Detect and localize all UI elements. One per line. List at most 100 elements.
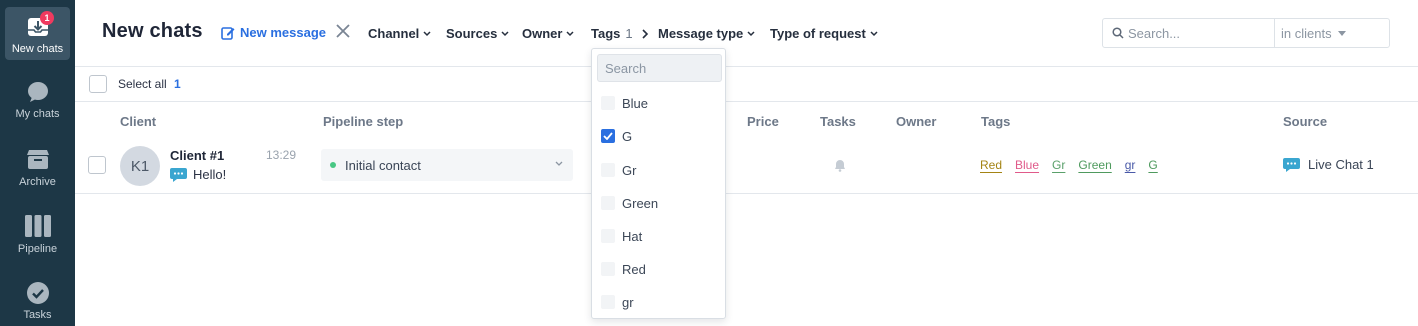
filter-type-of-request[interactable]: Type of request: [770, 26, 878, 41]
archive-box-icon: [25, 147, 51, 171]
sidebar: 1 New chats My chats Archive Pipeline Ta…: [0, 0, 75, 326]
tag-chip[interactable]: gr: [1125, 158, 1136, 172]
search-box: in clients: [1102, 18, 1390, 48]
sidebar-item-tasks[interactable]: Tasks: [5, 281, 70, 321]
avatar: K1: [120, 146, 160, 186]
tag-option-checkbox[interactable]: [601, 163, 615, 177]
tag-option-label: Hat: [622, 228, 643, 244]
tag-option-checkbox[interactable]: [601, 129, 615, 143]
tag-chip[interactable]: G: [1148, 158, 1157, 172]
select-all-checkbox[interactable]: [89, 75, 107, 93]
live-chat-icon: [170, 167, 187, 182]
chevron-down-icon: [555, 161, 563, 166]
tag-option-label: Blue: [622, 95, 649, 111]
new-message-button[interactable]: New message: [221, 25, 326, 40]
tag-option-checkbox[interactable]: [601, 96, 615, 110]
tag-chip[interactable]: Blue: [1015, 158, 1039, 172]
chevron-down-icon: [423, 30, 431, 36]
chevron-down-icon: [870, 30, 878, 36]
edit-icon: [221, 26, 235, 40]
column-header-tags[interactable]: Tags: [981, 114, 1010, 129]
tag-chip[interactable]: Green: [1078, 158, 1111, 172]
tags-count: 1: [625, 26, 633, 41]
column-header-pipeline-step[interactable]: Pipeline step: [323, 114, 403, 129]
live-chat-icon: [1283, 157, 1300, 172]
column-header-client[interactable]: Client: [120, 114, 156, 129]
sidebar-item-my-chats[interactable]: My chats: [5, 80, 70, 120]
chevron-down-icon: [566, 30, 574, 36]
column-header-owner[interactable]: Owner: [896, 114, 936, 129]
sidebar-item-label: Tasks: [23, 309, 52, 321]
tag-option[interactable]: gr: [601, 293, 634, 311]
search-scope-select[interactable]: in clients: [1274, 19, 1389, 47]
filter-label: Tags: [591, 26, 621, 41]
close-icon[interactable]: [334, 22, 352, 40]
filter-message-type[interactable]: Message type: [658, 26, 755, 41]
source-name: Live Chat 1: [1308, 157, 1374, 172]
chat-bubble-icon: [25, 80, 51, 104]
tag-option-checkbox[interactable]: [601, 196, 615, 210]
sidebar-item-new-chats[interactable]: 1 New chats: [5, 7, 70, 60]
tag-option-label: Red: [622, 261, 646, 277]
tags-list: Red Blue Gr Green gr G: [980, 158, 1158, 172]
tag-option-checkbox[interactable]: [601, 295, 615, 309]
filter-label: Owner: [522, 26, 563, 41]
pipeline-columns-icon: [24, 214, 51, 238]
filter-label: Channel: [368, 26, 420, 41]
tag-option[interactable]: Green: [601, 194, 658, 212]
tag-option-checkbox[interactable]: [601, 229, 615, 243]
search-icon: [1112, 27, 1124, 39]
selection-bar: Select all 1: [75, 67, 1418, 102]
top-bar: New chats New message Channel Sources Ow…: [75, 0, 1418, 67]
column-header-price[interactable]: Price: [747, 114, 779, 129]
column-header-source[interactable]: Source: [1283, 114, 1327, 129]
bell-icon[interactable]: [834, 159, 846, 172]
pipeline-step-select[interactable]: Initial contact: [321, 149, 573, 181]
page-title: New chats: [102, 20, 203, 42]
filter-label: Sources: [446, 26, 498, 41]
search-input[interactable]: [1128, 25, 1274, 41]
row-checkbox[interactable]: [88, 156, 106, 174]
sidebar-item-label: Pipeline: [17, 243, 58, 255]
last-message-text: Hello!: [193, 167, 227, 182]
filter-label: Type of request: [770, 26, 866, 41]
tag-option-label: G: [622, 128, 633, 144]
filter-tags[interactable]: Tags 1: [591, 26, 649, 41]
last-message: Hello!: [170, 167, 226, 182]
checkmark-icon: [603, 132, 613, 140]
table-row[interactable]: K1 Client #1 13:29 Hello! Initial contac…: [75, 137, 1418, 194]
message-time: 13:29: [266, 148, 297, 162]
new-chats-badge: 1: [40, 11, 54, 25]
sidebar-item-label: My chats: [15, 108, 60, 120]
tag-option[interactable]: Blue: [601, 94, 648, 112]
tag-option-checkbox[interactable]: [601, 262, 615, 276]
column-header-tasks[interactable]: Tasks: [820, 114, 856, 129]
client-name[interactable]: Client #1: [170, 148, 224, 163]
new-message-label: New message: [240, 25, 326, 40]
sidebar-item-pipeline[interactable]: Pipeline: [5, 214, 70, 255]
tag-option[interactable]: Gr: [601, 161, 636, 179]
sidebar-item-archive[interactable]: Archive: [5, 147, 70, 188]
tag-option-label: gr: [622, 294, 634, 310]
tag-option[interactable]: Red: [601, 260, 646, 278]
tags-dropdown: Blue G Gr Green Hat Red gr: [591, 48, 726, 319]
tag-option[interactable]: G: [601, 127, 632, 145]
tag-chip[interactable]: Gr: [1052, 158, 1065, 172]
filter-channel[interactable]: Channel: [368, 26, 431, 41]
pipeline-step-value: Initial contact: [345, 157, 421, 173]
check-circle-icon: [25, 281, 51, 305]
tag-option-label: Gr: [622, 162, 637, 178]
filter-label: Message type: [658, 26, 744, 41]
tags-search-input[interactable]: [597, 54, 722, 82]
status-dot: [330, 162, 336, 168]
sidebar-item-label: Archive: [19, 176, 56, 188]
selected-count: 1: [174, 77, 181, 91]
search-scope-value: in clients: [1281, 25, 1332, 41]
filter-owner[interactable]: Owner: [522, 26, 574, 41]
source: Live Chat 1: [1283, 157, 1374, 172]
select-all-label: Select all: [118, 77, 167, 91]
tag-option[interactable]: Hat: [601, 227, 642, 245]
tag-chip[interactable]: Red: [980, 158, 1002, 172]
chevron-down-icon: [501, 30, 509, 36]
filter-sources[interactable]: Sources: [446, 26, 509, 41]
